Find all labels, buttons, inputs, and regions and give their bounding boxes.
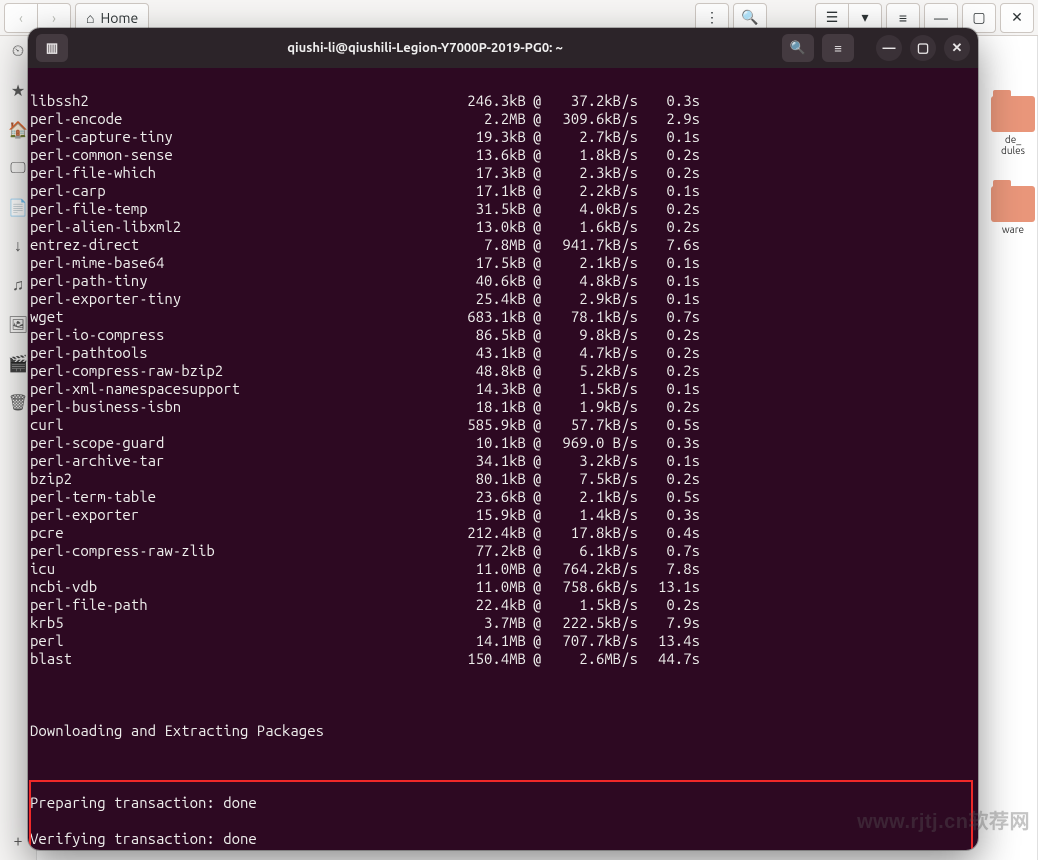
- terminal-window: ▥ qiushi-li@qiushili-Legion-Y7000P-2019-…: [28, 28, 978, 850]
- download-line: blast150.4MB@2.6MB/s44.7s: [30, 650, 968, 668]
- terminal-search-button[interactable]: 🔍: [782, 34, 814, 62]
- hamburger-icon: ≡: [834, 41, 842, 56]
- folder-label-1: de_ dules: [983, 134, 1038, 156]
- download-line: pcre212.4kB@17.8kB/s0.4s: [30, 524, 968, 542]
- terminal-output[interactable]: libssh2246.3kB@37.2kB/s0.3sperl-encode2.…: [28, 68, 978, 850]
- terminal-menu-button[interactable]: ≡: [822, 34, 854, 62]
- download-line: perl-file-path22.4kB@1.5kB/s0.2s: [30, 596, 968, 614]
- status-preparing: Preparing transaction: done: [30, 794, 968, 812]
- download-line: krb53.7MB@222.5kB/s7.9s: [30, 614, 968, 632]
- download-line: perl-archive-tar34.1kB@3.2kB/s0.1s: [30, 452, 968, 470]
- search-icon: 🔍: [790, 41, 806, 56]
- download-line: ncbi-vdb11.0MB@758.6kB/s13.1s: [30, 578, 968, 596]
- new-tab-button[interactable]: ▥: [36, 34, 68, 62]
- download-line: perl-file-temp31.5kB@4.0kB/s0.2s: [30, 200, 968, 218]
- download-line: perl-path-tiny40.6kB@4.8kB/s0.1s: [30, 272, 968, 290]
- watermark-text: www.rjtj.cn软荐网: [857, 805, 1030, 834]
- download-line: perl-xml-namespacesupport14.3kB@1.5kB/s0…: [30, 380, 968, 398]
- download-line: perl-exporter-tiny25.4kB@2.9kB/s0.1s: [30, 290, 968, 308]
- download-line: perl-common-sense13.6kB@1.8kB/s0.2s: [30, 146, 968, 164]
- download-line: perl-mime-base6417.5kB@2.1kB/s0.1s: [30, 254, 968, 272]
- download-line: libssh2246.3kB@37.2kB/s0.3s: [30, 92, 968, 110]
- location-label: Home: [100, 10, 138, 26]
- status-downloading: Downloading and Extracting Packages: [30, 722, 968, 740]
- download-line: perl-compress-raw-zlib77.2kB@6.1kB/s0.7s: [30, 542, 968, 560]
- terminal-maximize-button[interactable]: ▢: [910, 35, 936, 61]
- terminal-titlebar[interactable]: ▥ qiushi-li@qiushili-Legion-Y7000P-2019-…: [28, 28, 978, 68]
- download-line: perl-capture-tiny19.3kB@2.7kB/s0.1s: [30, 128, 968, 146]
- download-line: entrez-direct7.8MB@941.7kB/s7.6s: [30, 236, 968, 254]
- terminal-close-button[interactable]: ✕: [944, 35, 970, 61]
- search-icon: 🔍: [741, 9, 758, 26]
- download-line: icu11.0MB@764.2kB/s7.8s: [30, 560, 968, 578]
- download-line: perl-io-compress86.5kB@9.8kB/s0.2s: [30, 326, 968, 344]
- fm-close-button[interactable]: ✕: [1000, 3, 1034, 33]
- home-icon: ⌂: [86, 10, 94, 26]
- download-line: perl-encode2.2MB@309.6kB/s2.9s: [30, 110, 968, 128]
- folder-label-2: ware: [983, 224, 1038, 235]
- download-line: bzip280.1kB@7.5kB/s0.2s: [30, 470, 968, 488]
- status-verifying: Verifying transaction: done: [30, 830, 968, 848]
- download-line: perl-exporter15.9kB@1.4kB/s0.3s: [30, 506, 968, 524]
- download-line: perl-term-table23.6kB@2.1kB/s0.5s: [30, 488, 968, 506]
- download-line: wget683.1kB@78.1kB/s0.7s: [30, 308, 968, 326]
- download-line: perl-scope-guard10.1kB@969.0 B/s0.3s: [30, 434, 968, 452]
- terminal-minimize-button[interactable]: —: [876, 35, 902, 61]
- download-line: perl14.1MB@707.7kB/s13.4s: [30, 632, 968, 650]
- folder-icon-1[interactable]: de_ dules: [983, 96, 1038, 156]
- download-line: perl-pathtools43.1kB@4.7kB/s0.2s: [30, 344, 968, 362]
- download-line: perl-file-which17.3kB@2.3kB/s0.2s: [30, 164, 968, 182]
- download-line: perl-business-isbn18.1kB@1.9kB/s0.2s: [30, 398, 968, 416]
- terminal-title: qiushi-li@qiushili-Legion-Y7000P-2019-PG…: [76, 41, 774, 55]
- download-line: perl-carp17.1kB@2.2kB/s0.1s: [30, 182, 968, 200]
- download-line: perl-compress-raw-bzip248.8kB@5.2kB/s0.2…: [30, 362, 968, 380]
- download-line: perl-alien-libxml213.0kB@1.6kB/s0.2s: [30, 218, 968, 236]
- folder-icon-2[interactable]: ware: [983, 186, 1038, 235]
- nav-back-button[interactable]: ‹: [4, 3, 38, 33]
- new-tab-icon: ▥: [46, 41, 58, 56]
- download-line: curl585.9kB@57.7kB/s0.5s: [30, 416, 968, 434]
